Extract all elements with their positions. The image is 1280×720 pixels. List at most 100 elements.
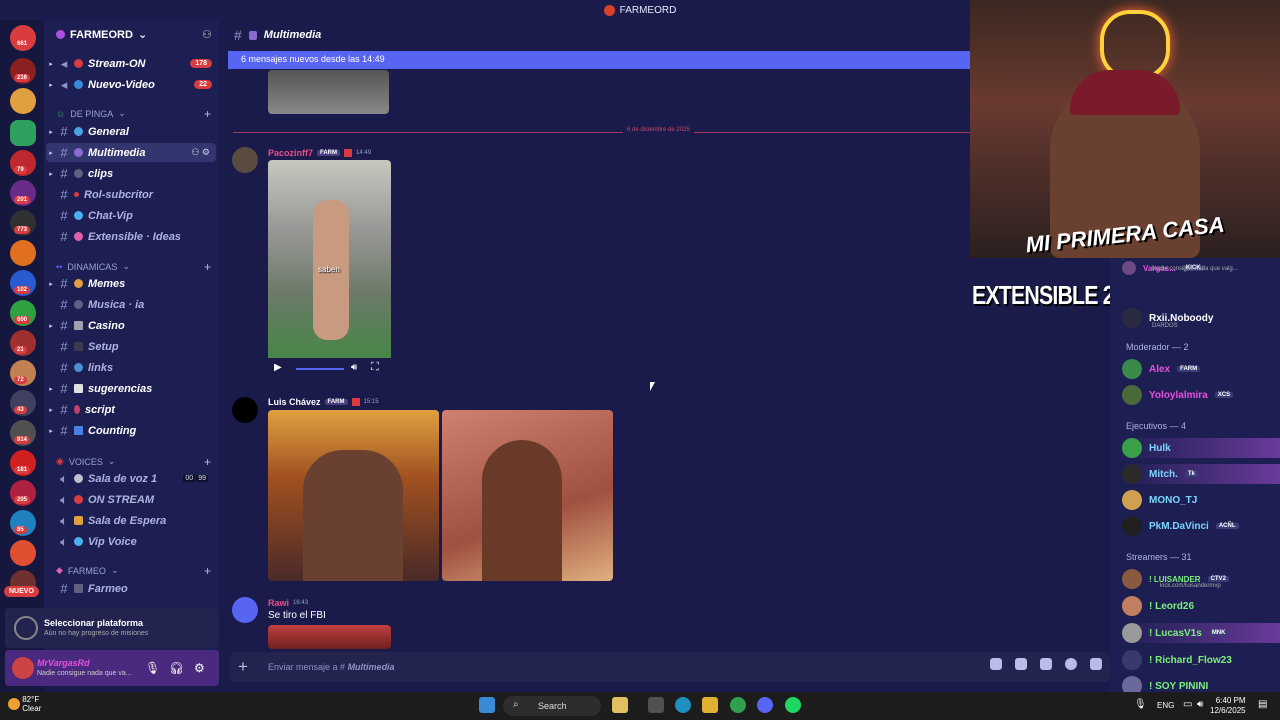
window-title: FARMEORD bbox=[619, 4, 677, 16]
windows-start-icon[interactable] bbox=[479, 697, 495, 713]
channel-multimedia[interactable]: ▸ # Multimedia ⚇ ⚙ bbox=[46, 143, 216, 162]
avatar[interactable] bbox=[232, 147, 258, 173]
apps-icon[interactable] bbox=[1090, 658, 1102, 670]
avatar bbox=[1122, 261, 1136, 275]
channel-script[interactable]: ▸ # script bbox=[46, 400, 216, 419]
avatar[interactable] bbox=[232, 397, 258, 423]
volume-slider[interactable] bbox=[296, 368, 344, 370]
new-messages-bar[interactable]: 6 mensajes nuevos desde las 14:49 bbox=[228, 51, 970, 69]
add-channel-icon[interactable]: + bbox=[204, 260, 211, 274]
microphone-icon[interactable]: 🎙︎ bbox=[145, 661, 160, 675]
chrome-icon[interactable] bbox=[730, 697, 746, 713]
language-indicator[interactable]: ENG bbox=[1157, 701, 1174, 710]
member-item[interactable]: PkM.DaVinci ACÑL bbox=[1122, 516, 1280, 536]
member-item[interactable]: Rxii.Noboody DARDOS bbox=[1122, 308, 1280, 329]
message-input[interactable]: Enviar mensaje a # Multimedia bbox=[268, 662, 395, 672]
clock[interactable]: 6:40 PM 12/6/2025 bbox=[1210, 696, 1246, 716]
message-author[interactable]: Pacozinff7 bbox=[268, 148, 313, 158]
image-attachment[interactable] bbox=[442, 410, 613, 581]
voice-channel-on-stream[interactable]: 🔈︎ ON STREAM bbox=[46, 490, 216, 509]
server-badge: 181 bbox=[14, 466, 31, 474]
member-item[interactable]: Yoloylalmira XCS bbox=[1122, 385, 1280, 405]
message-author[interactable]: Rawi bbox=[268, 598, 289, 608]
add-channel-icon[interactable]: + bbox=[204, 455, 211, 469]
channel-settings-icon[interactable]: ⚇ ⚙ bbox=[191, 147, 210, 158]
volume-icon[interactable]: 🔊︎ bbox=[351, 362, 357, 373]
video-attachment[interactable]: saben ▶ 🔊︎ ⛶ bbox=[268, 160, 391, 380]
image-attachment[interactable] bbox=[268, 410, 439, 581]
add-channel-icon[interactable]: + bbox=[204, 564, 211, 578]
gif-icon[interactable] bbox=[1015, 658, 1027, 670]
member-item[interactable]: Hulk bbox=[1122, 438, 1280, 458]
platform-selector[interactable]: Seleccionar plataforma Aún no hay progre… bbox=[5, 608, 219, 648]
category-de-pinga[interactable]: ☺ DE PINGA ⌄ + bbox=[56, 107, 211, 121]
weather-widget[interactable]: 82°F Clear bbox=[8, 695, 41, 713]
server-name-dropdown[interactable]: FARMEORD ⌄ bbox=[56, 28, 147, 41]
channel-links[interactable]: # links bbox=[46, 358, 216, 377]
task-view-icon[interactable] bbox=[648, 697, 664, 713]
channel-farmeo[interactable]: # Farmeo bbox=[46, 579, 216, 598]
channel-chat-vip[interactable]: # Chat-Vip bbox=[46, 206, 216, 225]
channel-musica-ia[interactable]: # Musica · ia bbox=[46, 295, 216, 314]
play-icon[interactable]: ▶ bbox=[274, 362, 282, 373]
widget-icon[interactable] bbox=[612, 697, 628, 713]
image-attachment-partial[interactable] bbox=[268, 625, 391, 649]
taskbar-search[interactable]: ⌕ Search bbox=[503, 696, 601, 716]
channel-stream-on[interactable]: ▸ ◂ Stream-ON 178 bbox=[46, 54, 216, 73]
video-attachment-partial[interactable] bbox=[268, 70, 389, 114]
avatar[interactable] bbox=[232, 597, 258, 623]
voice-channel-sala-de-espera[interactable]: 🔈︎ Sala de Espera bbox=[46, 511, 216, 530]
add-channel-icon[interactable]: + bbox=[204, 107, 211, 121]
username[interactable]: MrVargasRd bbox=[37, 658, 90, 668]
add-member-icon[interactable]: ⚇ bbox=[202, 28, 212, 41]
category-farmeo[interactable]: ◆ FARMEO ⌄ + bbox=[56, 564, 211, 578]
member-item[interactable]: ! LucasV1s MNK bbox=[1122, 623, 1280, 643]
server-icon[interactable] bbox=[10, 88, 36, 114]
channel-general[interactable]: ▸ # General bbox=[46, 122, 216, 141]
channel-casino[interactable]: ▸ # Casino bbox=[46, 316, 216, 335]
channel-nuevo-video[interactable]: ▸ ◂ Nuevo-Video 22 bbox=[46, 75, 216, 94]
member-item[interactable]: ! Leord26 bbox=[1122, 596, 1280, 616]
category-voices[interactable]: ◉ VOICES ⌄ + bbox=[56, 455, 211, 469]
headphones-icon[interactable]: 🎧︎ bbox=[169, 661, 184, 675]
emoji-icon bbox=[74, 300, 83, 309]
network-icon[interactable]: ▭ bbox=[1183, 699, 1192, 710]
member-item[interactable]: Mitch. Tk bbox=[1122, 464, 1280, 484]
channel-counting[interactable]: ▸ # Counting bbox=[46, 421, 216, 440]
channel-memes[interactable]: ▸ # Memes bbox=[46, 274, 216, 293]
avatar[interactable] bbox=[12, 657, 34, 679]
channel-rol-subcritor[interactable]: # Rol-subcritor bbox=[46, 185, 216, 204]
member-item[interactable]: Alex FARM bbox=[1122, 359, 1280, 379]
microphone-icon[interactable]: 🎙︎ bbox=[1134, 699, 1147, 710]
server-icon[interactable] bbox=[10, 540, 36, 566]
sticker-icon[interactable] bbox=[1040, 658, 1052, 670]
member-item[interactable]: ! LUISANDER CTV2 kick.com/luisandermvp bbox=[1122, 569, 1280, 589]
spotify-icon[interactable] bbox=[785, 697, 801, 713]
voice-channel-sala-de-voz-1[interactable]: 🔈︎ Sala de voz 1 00 99 bbox=[46, 469, 216, 488]
message-text: Se tiro el FBI bbox=[268, 610, 326, 621]
server-folder-icon[interactable] bbox=[10, 120, 36, 146]
folder-icon[interactable] bbox=[702, 697, 718, 713]
add-attachment-icon[interactable]: + bbox=[238, 657, 248, 677]
notification-icon[interactable]: ▤ bbox=[1258, 699, 1267, 710]
message-composer[interactable]: + Enviar mensaje a # Multimedia bbox=[230, 652, 1110, 682]
message-author[interactable]: Luis Chávez bbox=[268, 397, 321, 407]
member-item[interactable]: Vargas... KICK Nadie consigue nada que v… bbox=[1122, 258, 1280, 278]
fullscreen-icon[interactable]: ⛶ bbox=[371, 361, 379, 374]
channel-sugerencias[interactable]: ▸ # sugerencias bbox=[46, 379, 216, 398]
channel-setup[interactable]: # Setup bbox=[46, 337, 216, 356]
voice-channel-vip-voice[interactable]: 🔈︎ Vip Voice bbox=[46, 532, 216, 551]
caret-right-icon: ▸ bbox=[49, 385, 53, 393]
emoji-icon[interactable] bbox=[1065, 658, 1077, 670]
discord-icon[interactable] bbox=[757, 697, 773, 713]
member-item[interactable]: ! Richard_Flow23 bbox=[1122, 650, 1280, 670]
server-icon[interactable] bbox=[10, 240, 36, 266]
category-dinamicas[interactable]: •• DINAMICAS ⌄ + bbox=[56, 260, 211, 274]
member-item[interactable]: MONO_TJ bbox=[1122, 490, 1280, 510]
edge-icon[interactable] bbox=[675, 697, 691, 713]
channel-clips[interactable]: ▸ # clips bbox=[46, 164, 216, 183]
gift-icon[interactable] bbox=[990, 658, 1002, 670]
gear-icon[interactable]: ⚙ bbox=[194, 661, 205, 675]
channel-extensible-ideas[interactable]: # Extensible · Ideas bbox=[46, 227, 216, 246]
volume-icon[interactable]: 🔊︎ bbox=[1197, 699, 1203, 710]
